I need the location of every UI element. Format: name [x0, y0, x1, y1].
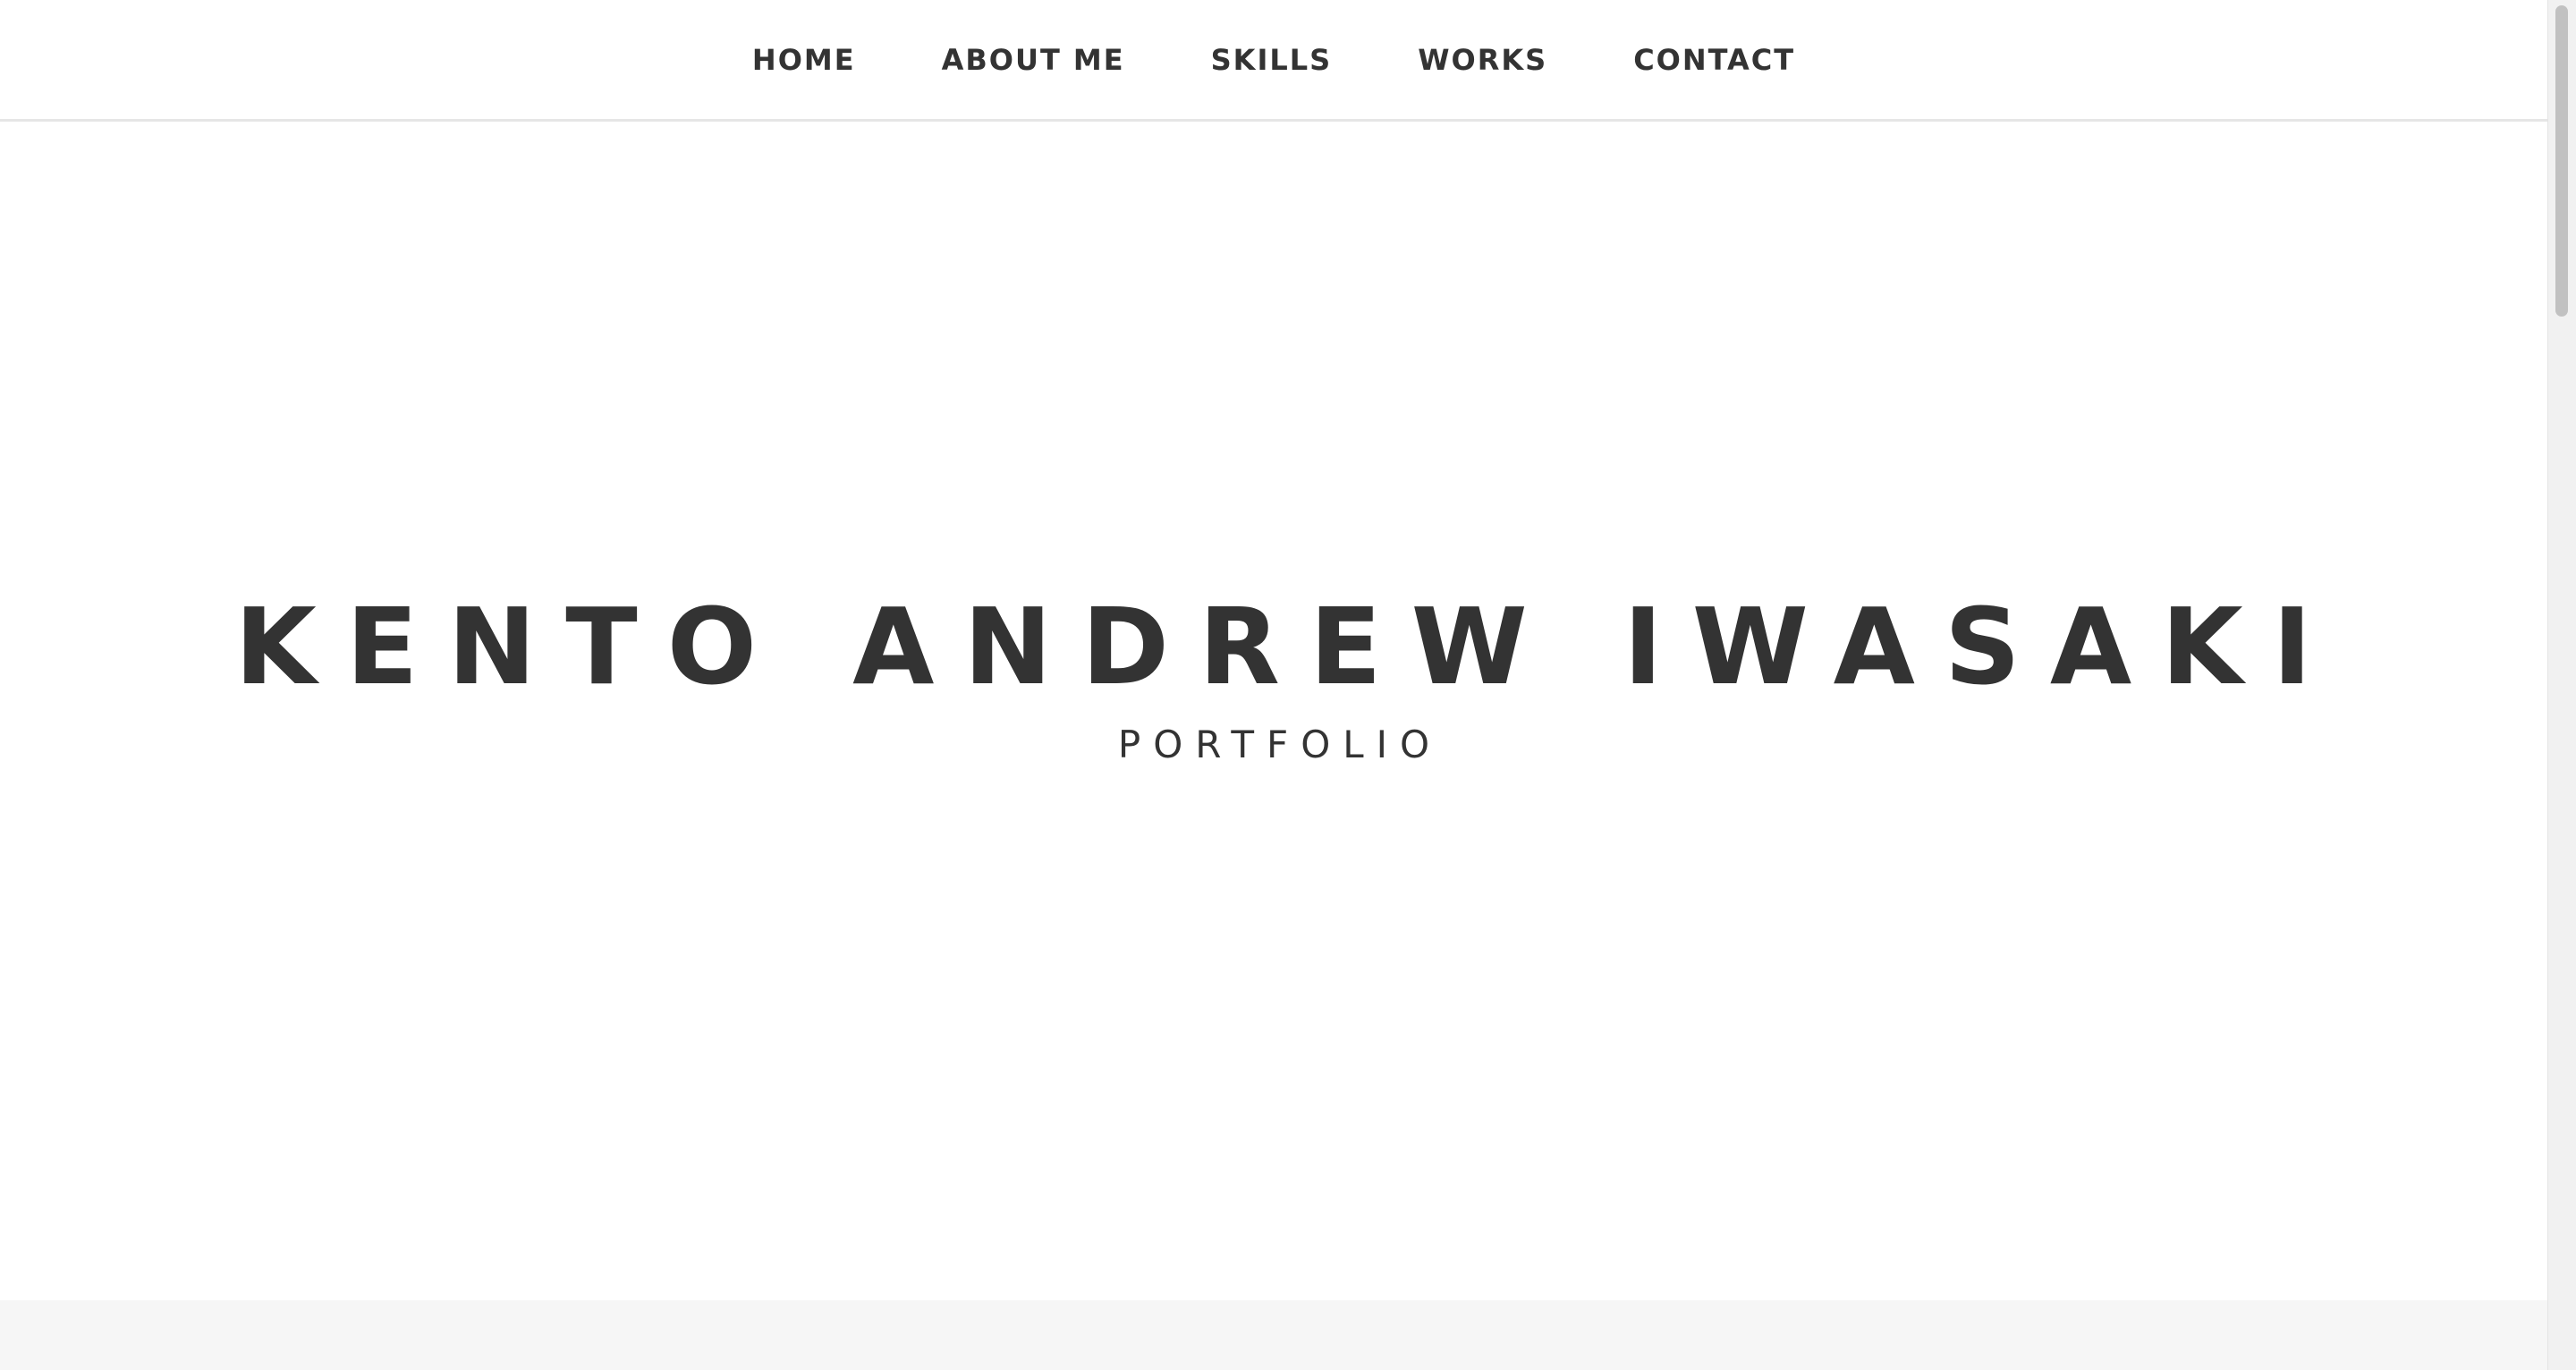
nav-item-contact: CONTACT [1633, 43, 1795, 77]
nav-link-works[interactable]: WORKS [1418, 43, 1547, 77]
nav-item-home: HOME [752, 43, 856, 77]
nav-item-about-me: ABOUT ME [942, 43, 1125, 77]
nav-link-home[interactable]: HOME [752, 43, 856, 77]
hero-subtitle: PORTFOLIO [1117, 723, 1443, 766]
scrollbar-thumb[interactable] [2555, 5, 2568, 317]
nav-item-works: WORKS [1418, 43, 1547, 77]
nav-link-contact[interactable]: CONTACT [1633, 43, 1795, 77]
vertical-scrollbar[interactable] [2547, 0, 2576, 1370]
nav-list: HOME ABOUT ME SKILLS WORKS CONTACT [752, 43, 1795, 77]
nav-link-about-me[interactable]: ABOUT ME [942, 43, 1125, 77]
nav-link-skills[interactable]: SKILLS [1211, 43, 1333, 77]
next-section [0, 1300, 2547, 1370]
top-navbar: HOME ABOUT ME SKILLS WORKS CONTACT [0, 0, 2547, 122]
browser-viewport: HOME ABOUT ME SKILLS WORKS CONTACT KENTO… [0, 0, 2576, 1370]
hero-title: KENTO ANDREW IWASAKI [234, 585, 2342, 708]
hero-section [0, 122, 2547, 1300]
nav-item-skills: SKILLS [1211, 43, 1333, 77]
page-content: HOME ABOUT ME SKILLS WORKS CONTACT KENTO… [0, 0, 2547, 1370]
